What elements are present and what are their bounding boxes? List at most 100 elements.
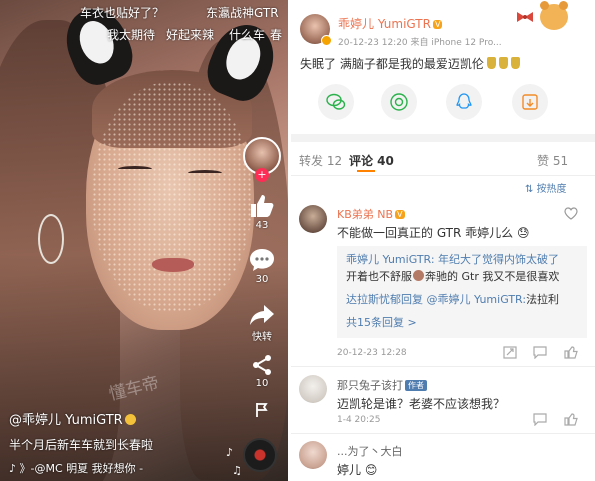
share-qq-button[interactable] xyxy=(446,84,482,120)
share-wechat-button[interactable] xyxy=(318,84,354,120)
comment-avatar[interactable] xyxy=(299,205,327,233)
save-image-icon xyxy=(522,94,538,110)
share-row xyxy=(291,84,595,120)
video-frame-eye xyxy=(188,170,222,176)
comment-button[interactable]: 30 xyxy=(246,248,278,285)
danmaku-comment: 东瀛战神GTR xyxy=(206,6,279,20)
reply-text: 乖婷儿 YumiGTR: 年纪大了觉得内饰太破了 xyxy=(346,253,560,266)
video-frame-lips xyxy=(152,258,194,272)
share-comment-icon[interactable] xyxy=(503,346,517,359)
danmaku-comment: 什么车 xyxy=(229,28,266,42)
video-caption: 半个月后新车车就到长春啦 xyxy=(9,438,154,452)
comment-text: 婷儿 😊 xyxy=(337,461,377,478)
active-tab-indicator xyxy=(357,170,375,172)
reply-text: 开着也不舒服 xyxy=(346,270,412,283)
music-note-icon: ♪ xyxy=(226,446,234,459)
section-gap xyxy=(291,134,595,142)
like-count: 43 xyxy=(255,220,269,231)
save-image-button[interactable] xyxy=(512,84,548,120)
thumbs-up-icon xyxy=(251,195,274,217)
danmaku-comment: 春 xyxy=(270,28,283,42)
comment-text-body: 不能做一回真正的 GTR 乖婷儿么 xyxy=(337,226,514,240)
comment-username-text: KB弟弟 NB xyxy=(337,208,394,221)
tab-repost[interactable]: 转发 12 xyxy=(299,152,342,169)
comment-text: 迈凯轮是谁？老婆不应该想我？ xyxy=(337,397,506,411)
reply-comment-icon[interactable] xyxy=(533,413,547,426)
verified-badge-icon xyxy=(124,414,136,425)
post-text-body: 失眠了 满脑子都是我的最爱迈凯伦 xyxy=(300,57,484,71)
forward-button[interactable]: 10 xyxy=(246,354,278,389)
bear-sticker-icon xyxy=(540,1,568,30)
thumbs-up-icon[interactable] xyxy=(564,413,578,426)
speech-bubble-icon xyxy=(250,249,274,271)
sweat-emoji-icon: 😓 xyxy=(513,226,530,240)
tab-divider xyxy=(291,175,595,176)
tab-like[interactable]: 赞 51 xyxy=(537,152,568,169)
sort-toggle[interactable]: ⇅ 按热度 xyxy=(525,180,567,195)
comment-divider xyxy=(291,433,595,434)
vip-level-badge: V xyxy=(395,210,405,219)
glitter-filter-overlay xyxy=(92,82,252,312)
comment-count: 30 xyxy=(255,274,269,285)
author-name-text: 乖婷儿 YumiGTR xyxy=(338,17,431,31)
music-disc-icon[interactable] xyxy=(243,438,277,472)
music-ticker[interactable]: ♪ 》-@MC 明夏 我好想你 - xyxy=(9,460,143,476)
comment-username-text: 那只兔子该打 xyxy=(337,379,403,392)
author-name[interactable]: 乖婷儿 YumiGTR V xyxy=(338,15,443,32)
sort-label: 按热度 xyxy=(536,184,567,195)
comment-time: 20-12-23 12:28 xyxy=(337,348,407,358)
share-arrow-icon xyxy=(250,305,274,325)
comment-username[interactable]: 那只兔子该打 作者 xyxy=(337,377,427,393)
reply-comment-icon[interactable] xyxy=(533,346,547,359)
thumbs-up-icon[interactable] xyxy=(564,346,578,359)
video-author-name: @乖婷儿 YumiGTR xyxy=(9,413,123,428)
more-replies-link[interactable]: 共15条回复 > xyxy=(346,314,417,330)
video-frame-eye xyxy=(118,166,152,172)
comment-username[interactable]: ...为了丶大白 xyxy=(337,443,403,459)
danmaku-comment: 好起来辣 xyxy=(166,28,215,42)
reply-text: 法拉利 xyxy=(526,293,560,306)
reply-username[interactable]: 达拉斯忧郁回复 @乖婷儿 YumiGTR: xyxy=(346,293,526,306)
like-button[interactable]: 43 xyxy=(246,194,278,231)
music-note-icon: ♫ xyxy=(232,464,242,477)
trophy-emoji-icon xyxy=(486,57,496,69)
wechat-icon xyxy=(326,93,346,110)
danmaku-comment: 车衣也贴好了？ xyxy=(80,6,165,20)
repost-button[interactable]: 快转 xyxy=(246,304,278,343)
like-heart-icon[interactable] xyxy=(564,207,578,220)
reply-line: 达拉斯忧郁回复 @乖婷儿 YumiGTR:法拉利 xyxy=(346,291,559,307)
video-frame-earring xyxy=(38,214,64,264)
post-meta: 20-12-23 12:20 来自 iPhone 12 Pro... xyxy=(338,38,502,48)
sort-icon: ⇅ xyxy=(525,184,537,195)
danmaku-comment: 我太期待 xyxy=(107,28,156,42)
weibo-post-panel: 乖婷儿 YumiGTR V 20-12-23 12:20 来自 iPhone 12… xyxy=(291,0,595,481)
bow-decoration-icon xyxy=(517,12,533,22)
smile-emoji-icon: 😊 xyxy=(361,463,378,477)
reply-thread[interactable]: 乖婷儿 YumiGTR: 年纪大了觉得内饰太破了 开着也不舒服 奔驰的 Gtr 我… xyxy=(337,246,587,338)
author-tag-badge: 作者 xyxy=(405,380,427,391)
inline-avatar-icon xyxy=(413,270,424,281)
comment-time: 1-4 20:25 xyxy=(337,415,381,425)
reply-line: 乖婷儿 YumiGTR: 年纪大了觉得内饰太破了 xyxy=(346,251,559,267)
repost-label: 快转 xyxy=(252,332,272,343)
comment-avatar[interactable] xyxy=(299,375,327,403)
comment-text: 不能做一回真正的 GTR 乖婷儿么 😓 xyxy=(337,224,530,241)
short-video-panel[interactable]: 车衣也贴好了？ 东瀛战神GTR 我太期待 好起来辣 什么车 春 + 43 30 … xyxy=(0,0,288,481)
video-author[interactable]: @乖婷儿 YumiGTR xyxy=(9,409,136,428)
comment-username[interactable]: KB弟弟 NB V xyxy=(337,206,405,222)
moments-icon xyxy=(390,93,408,111)
report-button[interactable] xyxy=(254,402,270,418)
forward-icon xyxy=(253,355,271,375)
tab-comment[interactable]: 评论 40 xyxy=(349,152,394,169)
comment-divider xyxy=(291,366,595,367)
reply-line: 开着也不舒服 奔驰的 Gtr 我又不是很喜欢 xyxy=(346,268,559,284)
forward-count: 10 xyxy=(255,378,269,389)
flag-icon xyxy=(256,403,268,417)
trophy-emoji-icon xyxy=(498,57,508,69)
verified-badge-icon xyxy=(321,35,332,46)
follow-plus-icon[interactable]: + xyxy=(255,168,269,182)
share-moments-button[interactable] xyxy=(381,84,417,120)
post-text: 失眠了 满脑子都是我的最爱迈凯伦 xyxy=(300,55,520,72)
comment-avatar[interactable] xyxy=(299,441,327,469)
qq-icon xyxy=(456,93,472,109)
